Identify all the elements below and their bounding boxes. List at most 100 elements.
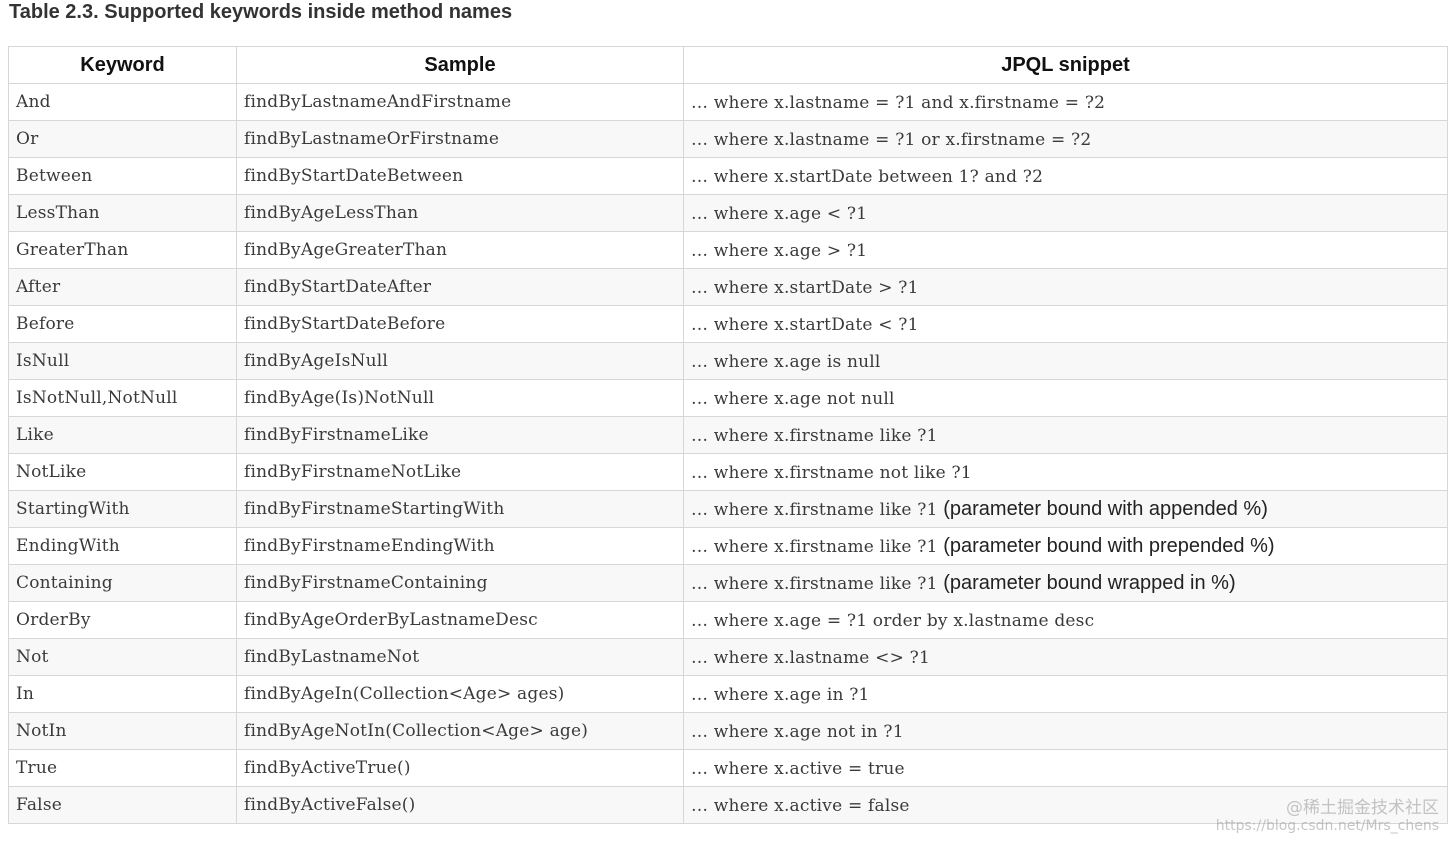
keyword-cell: False — [8, 786, 237, 824]
keyword-cell: And — [8, 83, 237, 121]
jpql-code: … where x.firstname like ?1 — [691, 499, 938, 520]
jpql-code: … where x.firstname not like ?1 — [691, 462, 972, 483]
sample-cell: findByFirstnameEndingWith — [236, 527, 684, 565]
table-row: LessThan findByAgeLessThan … where x.age <… — [8, 194, 1448, 232]
jpql-cell: … where x.firstname like ?1 (parameter b… — [683, 490, 1448, 528]
table-row: IsNotNull,NotNull findByAge(Is)NotNull … w… — [8, 379, 1448, 417]
keyword-cell: Before — [8, 305, 237, 343]
jpql-code: … where x.lastname = ?1 or x.firstname =… — [691, 129, 1092, 150]
sample-cell: findByLastnameOrFirstname — [236, 120, 684, 158]
jpql-code: … where x.active = false — [691, 795, 910, 816]
jpql-cell: … where x.lastname = ?1 and x.firstname … — [683, 83, 1448, 121]
jpql-cell: … where x.age not in ?1 — [683, 712, 1448, 750]
sample-cell: findByAgeGreaterThan — [236, 231, 684, 269]
keyword-cell: In — [8, 675, 237, 713]
jpql-note: (parameter bound with appended %) — [943, 497, 1268, 520]
keyword-cell: OrderBy — [8, 601, 237, 639]
table-row: StartingWith findByFirstnameStartingWith…… — [8, 490, 1448, 528]
table-row: Like findByFirstnameLike … where x.firstna… — [8, 416, 1448, 454]
column-header-jpql-snippet: JPQL snippet — [683, 46, 1448, 84]
jpql-code: … where x.lastname <> ?1 — [691, 647, 930, 668]
sample-cell: findByAgeOrderByLastnameDesc — [236, 601, 684, 639]
keyword-cell: LessThan — [8, 194, 237, 232]
jpql-code: … where x.firstname like ?1 — [691, 425, 938, 446]
jpql-code: … where x.firstname like ?1 — [691, 536, 938, 557]
table-row: Not findByLastnameNot … where x.lastname <… — [8, 638, 1448, 676]
jpql-cell: … where x.age in ?1 — [683, 675, 1448, 713]
jpql-cell: … where x.firstname like ?1 — [683, 416, 1448, 454]
table-row: In findByAgeIn(Collection<Age> ages) … whe… — [8, 675, 1448, 713]
table-row: OrderBy findByAgeOrderByLastnameDesc … whe… — [8, 601, 1448, 639]
keyword-cell: IsNull — [8, 342, 237, 380]
jpql-code: … where x.age is null — [691, 351, 881, 372]
jpql-code: … where x.lastname = ?1 and x.firstname … — [691, 92, 1106, 113]
jpql-code: … where x.age not in ?1 — [691, 721, 904, 742]
column-header-sample: Sample — [236, 46, 684, 84]
sample-cell: findByLastnameAndFirstname — [236, 83, 684, 121]
table-row: Containing findByFirstnameContaining… whe… — [8, 564, 1448, 602]
sample-cell: findByStartDateAfter — [236, 268, 684, 306]
sample-cell: findByStartDateBefore — [236, 305, 684, 343]
jpql-cell: … where x.firstname like ?1 (parameter b… — [683, 527, 1448, 565]
jpql-cell: … where x.lastname <> ?1 — [683, 638, 1448, 676]
keyword-cell: True — [8, 749, 237, 787]
sample-cell: findByFirstnameStartingWith — [236, 490, 684, 528]
table-row: True findByActiveTrue() … where x.active =… — [8, 749, 1448, 787]
jpql-code: … where x.age > ?1 — [691, 240, 868, 261]
sample-cell: findByActiveTrue() — [236, 749, 684, 787]
sample-cell: findByAgeIsNull — [236, 342, 684, 380]
table-header-row: Keyword Sample JPQL snippet — [8, 46, 1448, 84]
table-caption: Table 2.3. Supported keywords inside met… — [9, 1, 513, 23]
table-row: And findByLastnameAndFirstname … where x.l… — [8, 83, 1448, 121]
sample-cell: findByAgeNotIn(Collection<Age> age) — [236, 712, 684, 750]
jpql-note: (parameter bound wrapped in %) — [943, 571, 1236, 594]
jpql-code: … where x.age not null — [691, 388, 895, 409]
sample-cell: findByFirstnameNotLike — [236, 453, 684, 491]
table-row: False findByActiveFalse() … where x.active… — [8, 786, 1448, 824]
keyword-cell: Like — [8, 416, 237, 454]
jpql-code: … where x.age in ?1 — [691, 684, 870, 705]
jpql-code: … where x.age < ?1 — [691, 203, 868, 224]
sample-cell: findByLastnameNot — [236, 638, 684, 676]
keyword-cell: NotIn — [8, 712, 237, 750]
jpql-cell: … where x.age = ?1 order by x.lastname d… — [683, 601, 1448, 639]
jpql-cell: … where x.age not null — [683, 379, 1448, 417]
keywords-table: Keyword Sample JPQL snippet And findByLas… — [8, 46, 1448, 824]
jpql-cell: … where x.startDate < ?1 — [683, 305, 1448, 343]
jpql-cell: … where x.firstname not like ?1 — [683, 453, 1448, 491]
keyword-cell: IsNotNull,NotNull — [8, 379, 237, 417]
keyword-cell: GreaterThan — [8, 231, 237, 269]
jpql-cell: … where x.age > ?1 — [683, 231, 1448, 269]
keyword-cell: StartingWith — [8, 490, 237, 528]
jpql-code: … where x.startDate between 1? and ?2 — [691, 166, 1044, 187]
keyword-cell: Containing — [8, 564, 237, 602]
keyword-cell: Not — [8, 638, 237, 676]
sample-cell: findByActiveFalse() — [236, 786, 684, 824]
table-row: After findByStartDateAfter … where x.start… — [8, 268, 1448, 306]
jpql-code: … where x.firstname like ?1 — [691, 573, 938, 594]
sample-cell: findByAge(Is)NotNull — [236, 379, 684, 417]
sample-cell: findByAgeIn(Collection<Age> ages) — [236, 675, 684, 713]
column-header-keyword: Keyword — [8, 46, 237, 84]
table-row: IsNull findByAgeIsNull … where x.age is nu… — [8, 342, 1448, 380]
table-row: Before findByStartDateBefore … where x.sta… — [8, 305, 1448, 343]
jpql-code: … where x.startDate < ?1 — [691, 314, 919, 335]
table-row: EndingWith findByFirstnameEndingWith… whe… — [8, 527, 1448, 565]
jpql-cell: … where x.startDate between 1? and ?2 — [683, 157, 1448, 195]
jpql-cell: … where x.active = true — [683, 749, 1448, 787]
jpql-note: (parameter bound with prepended %) — [943, 534, 1275, 557]
keyword-cell: After — [8, 268, 237, 306]
table-row: NotLike findByFirstnameNotLike … where x.f… — [8, 453, 1448, 491]
table-row: NotIn findByAgeNotIn(Collection<Age> age)… — [8, 712, 1448, 750]
table-row: Or findByLastnameOrFirstname … where x.las… — [8, 120, 1448, 158]
jpql-cell: … where x.lastname = ?1 or x.firstname =… — [683, 120, 1448, 158]
sample-cell: findByAgeLessThan — [236, 194, 684, 232]
jpql-code: … where x.startDate > ?1 — [691, 277, 919, 298]
sample-cell: findByFirstnameLike — [236, 416, 684, 454]
sample-cell: findByFirstnameContaining — [236, 564, 684, 602]
jpql-cell: … where x.startDate > ?1 — [683, 268, 1448, 306]
jpql-code: … where x.active = true — [691, 758, 905, 779]
jpql-cell: … where x.age < ?1 — [683, 194, 1448, 232]
keyword-cell: Or — [8, 120, 237, 158]
jpql-cell: … where x.firstname like ?1 (parameter b… — [683, 564, 1448, 602]
